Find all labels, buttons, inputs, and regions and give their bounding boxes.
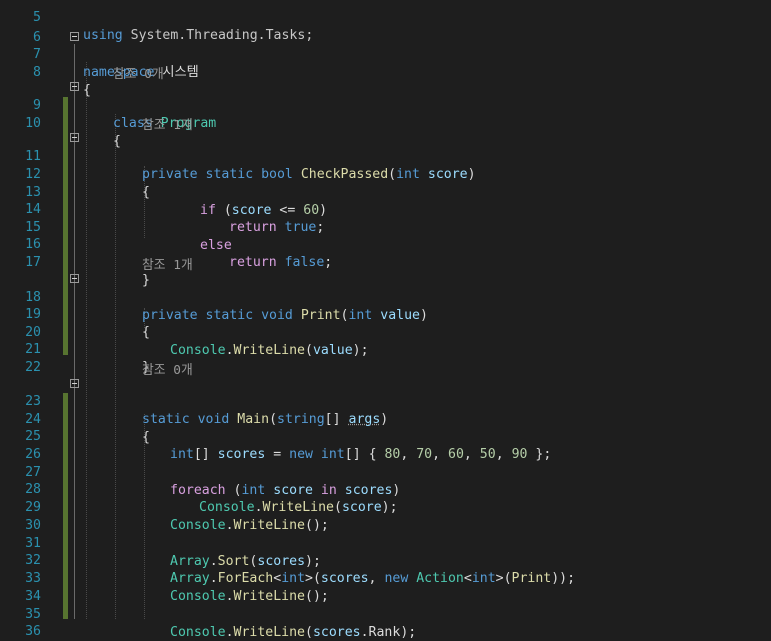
punctuation: );: [400, 624, 417, 640]
code-line[interactable]: 11 private static bool CheckPassed(int s…: [0, 130, 771, 182]
code-line[interactable]: 25 int[] scores = new int[] { 80, 70, 60…: [0, 410, 771, 462]
type-name: Console: [170, 624, 226, 640]
code-line[interactable]: 22: [0, 341, 771, 375]
punctuation: .: [225, 624, 234, 640]
code-line[interactable]: 10 {: [0, 97, 771, 149]
code-line[interactable]: 16 return false;: [0, 218, 771, 270]
code-line[interactable]: 26: [0, 428, 771, 462]
code-line[interactable]: 32 Array.ForEach<int>(scores, new Action…: [0, 534, 771, 586]
code-line[interactable]: 24 {: [0, 393, 771, 445]
code-line[interactable]: 35 Console.WriteLine(scores.Rank);: [0, 588, 771, 640]
code-line[interactable]: 27 foreach (int score in scores): [0, 446, 771, 498]
code-line[interactable]: 23 static void Main(string[] args): [0, 375, 771, 427]
code-line[interactable]: 30: [0, 499, 771, 533]
property-name: Rank: [368, 624, 401, 640]
variable: scores: [312, 624, 361, 640]
code-line[interactable]: 18 private static void Print(int value): [0, 271, 771, 323]
code-line[interactable]: 21 }: [0, 323, 771, 375]
code-line[interactable]: 33 Console.WriteLine();: [0, 552, 771, 604]
punctuation: ;: [324, 254, 333, 270]
code-line[interactable]: 31 Array.Sort(scores);: [0, 517, 771, 569]
code-line[interactable]: 34: [0, 570, 771, 604]
code-line[interactable]: 36: [0, 605, 771, 639]
code-line[interactable]: 6: [0, 11, 771, 45]
code-line[interactable]: 9 class Program: [0, 79, 771, 131]
code-line[interactable]: 28 Console.WriteLine(score);: [0, 463, 771, 515]
punctuation: (: [305, 624, 313, 640]
line-number: 36: [25, 623, 41, 639]
method-name: WriteLine: [233, 624, 305, 640]
keyword: false: [284, 254, 325, 270]
code-line[interactable]: 20 Console.WriteLine(value);: [0, 306, 771, 358]
code-text: return false;: [229, 254, 332, 272]
code-line[interactable]: 14 return true;: [0, 183, 771, 235]
code-text: Console.WriteLine(scores.Rank);: [170, 624, 416, 641]
code-line[interactable]: 7 namespace 시스템: [0, 28, 771, 80]
code-line[interactable]: 19 {: [0, 288, 771, 340]
control-keyword: return: [229, 254, 277, 270]
code-line[interactable]: 29 Console.WriteLine();: [0, 481, 771, 533]
code-line[interactable]: 5 using System.Threading.Tasks;: [0, 0, 771, 43]
line-number: 17: [25, 254, 41, 270]
code-line[interactable]: 15 else: [0, 201, 771, 253]
line-number: 22: [25, 359, 41, 375]
code-line[interactable]: 12 {: [0, 148, 771, 200]
code-line[interactable]: 13 if (score <= 60): [0, 166, 771, 218]
code-line[interactable]: 17 }: [0, 236, 771, 288]
punctuation: .: [360, 624, 369, 640]
code-line[interactable]: 8 {: [0, 46, 771, 98]
